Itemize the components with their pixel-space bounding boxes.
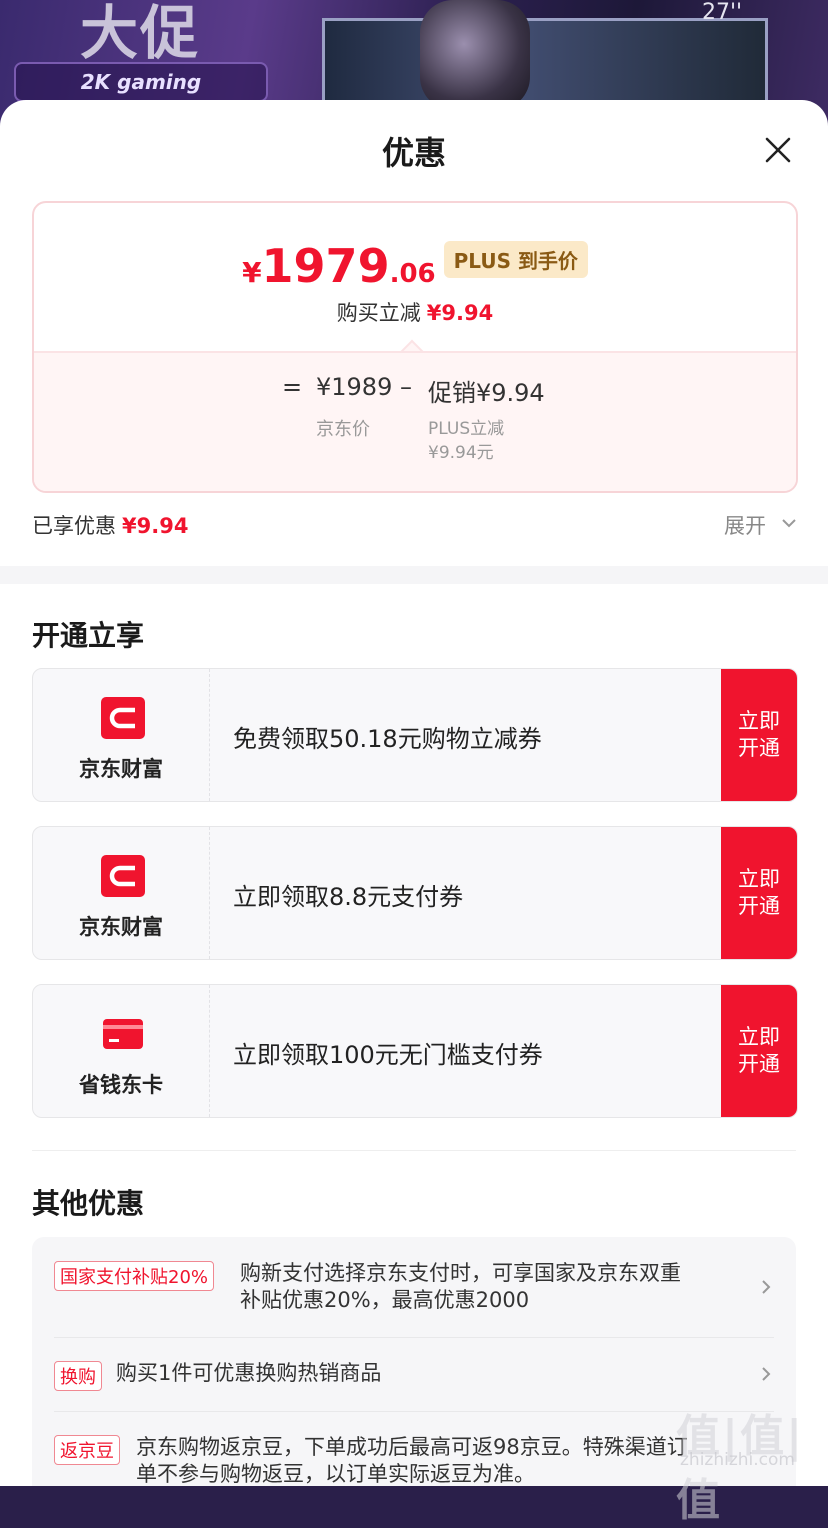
offer-tag: 返京豆 (54, 1435, 120, 1465)
offer-brand: 省钱东卡 (33, 985, 210, 1117)
offer-brand-name: 京东财富 (79, 915, 163, 939)
reduction-label: 购买立减 (336, 301, 421, 325)
list-separator (54, 1337, 774, 1338)
offer-brand: 京东财富 (33, 669, 210, 801)
reduction-amount: ¥9.94 (426, 301, 494, 325)
other-section-title: 其他优惠 (32, 1187, 145, 1220)
jd-price: ¥1989 (316, 373, 393, 401)
open-section-title: 开通立享 (32, 619, 145, 652)
activate-button[interactable]: 立即 开通 (721, 827, 797, 959)
offer-description: 立即领取8.8元支付券 (233, 883, 464, 911)
final-price: ¥1979.06 PLUS 到手价 (34, 239, 796, 293)
offer-text: 购新支付选择京东支付时，可享国家及京东双重 补贴优惠20%，最高优惠2000 (240, 1260, 681, 1314)
price-card: ¥1979.06 PLUS 到手价 购买立减 ¥9.94 = ¥1989 – 促销¥… (32, 201, 798, 493)
offer-text: 京东购物返京豆，下单成功后最高可返98京豆。特殊渠道订 单不参与购物返豆，以订单… (136, 1434, 688, 1486)
offer-tag: 换购 (54, 1361, 102, 1391)
offer-description: 立即领取100元无门槛支付券 (233, 1041, 543, 1069)
price-decimal: .06 (389, 259, 436, 289)
offer-text-line-2: 单不参与购物返豆，以订单实际返豆为准。 (136, 1462, 535, 1486)
robot-image (420, 0, 530, 110)
offer-card: 京东财富 免费领取50.18元购物立减券 立即 开通 (32, 668, 798, 802)
offer-card: 省钱东卡 立即领取100元无门槛支付券 立即 开通 (32, 984, 798, 1118)
offer-brand-name: 省钱东卡 (79, 1073, 163, 1097)
enjoyed-label: 已享优惠 (32, 514, 116, 538)
promo-label: PLUS立减 ¥9.94元 (428, 417, 504, 465)
offer-brand: 京东财富 (33, 827, 210, 959)
discount-sheet: 优惠 ¥1979.06 PLUS 到手价 购买立减 ¥9.94 = ¥1989 – … (0, 100, 828, 1486)
activate-button[interactable]: 立即 开通 (721, 985, 797, 1117)
enjoyed-amount: ¥9.94 (122, 514, 189, 538)
offer-text: 购买1件可优惠换购热销商品 (116, 1360, 381, 1387)
jd-finance-icon (101, 855, 145, 897)
banner-screen-size: 27'' (702, 0, 743, 25)
price-summary: ¥1979.06 PLUS 到手价 购买立减 ¥9.94 (34, 203, 796, 351)
price-breakdown: = ¥1989 – 促销¥9.94 京东价 PLUS立减 ¥9.94元 (34, 351, 796, 491)
jd-price-label: 京东价 (316, 419, 370, 440)
expand-button[interactable]: 展开 (724, 510, 766, 540)
jd-finance-icon (101, 697, 145, 739)
offer-text-line-1: 购新支付选择京东支付时，可享国家及京东双重 (240, 1261, 681, 1285)
chevron-right-icon[interactable] (758, 1279, 774, 1295)
offer-description: 免费领取50.18元购物立减券 (233, 725, 542, 753)
watermark-url: zhizhizhi.com (680, 1450, 795, 1470)
promo-amount: 促销¥9.94 (428, 379, 545, 407)
banner-headline: 大促 (80, 0, 201, 67)
sheet-title: 优惠 (381, 134, 446, 172)
section-divider (0, 566, 828, 584)
activate-button[interactable]: 立即 开通 (721, 669, 797, 801)
plus-price-tag: PLUS 到手价 (443, 241, 588, 278)
chevron-right-icon[interactable] (758, 1366, 774, 1382)
offer-brand-name: 京东财富 (79, 757, 163, 781)
promo-label-line-2: ¥9.94元 (428, 443, 494, 463)
calc-equals: = (282, 373, 303, 401)
divider (32, 1150, 796, 1151)
offer-text-line-1: 京东购物返京豆，下单成功后最高可返98京豆。特殊渠道订 (136, 1435, 688, 1459)
enjoyed-discount: 已享优惠 ¥9.94 (32, 510, 188, 540)
offer-text-line-1: 购买1件可优惠换购热销商品 (116, 1361, 382, 1385)
list-separator (54, 1411, 774, 1412)
price-integer: 1979 (261, 239, 390, 293)
calc-minus: – (400, 373, 412, 401)
chevron-down-icon[interactable] (780, 514, 798, 532)
activate-button-label: 立即 开通 (738, 1025, 780, 1076)
saving-card-icon (103, 1019, 143, 1049)
activate-button-label: 立即 开通 (738, 709, 780, 760)
offer-text-line-2: 补贴优惠20%，最高优惠2000 (240, 1288, 530, 1312)
activate-button-label: 立即 开通 (738, 867, 780, 918)
price-currency: ¥ (242, 256, 262, 289)
close-icon[interactable] (762, 134, 794, 166)
banner-tag: 2K gaming (14, 62, 268, 102)
promo-label-line-1: PLUS立减 (428, 419, 505, 439)
offer-card: 京东财富 立即领取8.8元支付券 立即 开通 (32, 826, 798, 960)
purchase-reduction: 购买立减 ¥9.94 (34, 297, 796, 327)
offer-tag: 国家支付补贴20% (54, 1261, 215, 1291)
